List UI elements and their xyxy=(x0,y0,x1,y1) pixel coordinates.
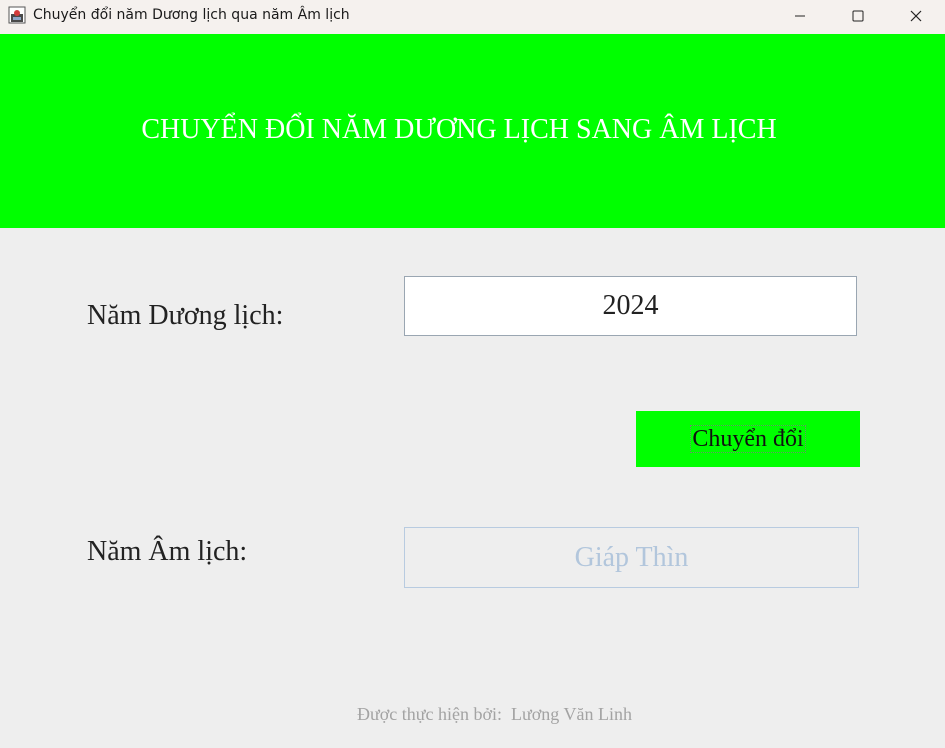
close-icon xyxy=(910,10,922,22)
solar-year-input[interactable] xyxy=(404,276,857,336)
solar-year-label: Năm Dương lịch: xyxy=(87,300,284,331)
app-window: Chuyển đổi năm Dương lịch qua năm Âm lịc… xyxy=(0,0,945,748)
close-button[interactable] xyxy=(887,0,945,32)
lunar-year-label: Năm Âm lịch: xyxy=(87,536,248,567)
window-title: Chuyển đổi năm Dương lịch qua năm Âm lịc… xyxy=(33,7,350,23)
author-credit: Được thực hiện bởi: Lương Văn Linh xyxy=(357,704,632,724)
maximize-button[interactable] xyxy=(829,0,887,32)
page-title: CHUYỂN ĐỔI NĂM DƯƠNG LỊCH SANG ÂM LỊCH xyxy=(141,114,777,145)
convert-button-label: Chuyển đổi xyxy=(690,425,806,453)
minimize-icon xyxy=(795,15,805,17)
title-bar[interactable]: Chuyển đổi năm Dương lịch qua năm Âm lịc… xyxy=(0,0,945,34)
minimize-button[interactable] xyxy=(771,0,829,32)
lunar-year-output: Giáp Thìn xyxy=(404,527,859,588)
maximize-icon xyxy=(852,10,864,22)
java-app-icon xyxy=(8,6,26,24)
lunar-year-value: Giáp Thìn xyxy=(574,541,689,573)
convert-button[interactable]: Chuyển đổi xyxy=(636,411,860,467)
